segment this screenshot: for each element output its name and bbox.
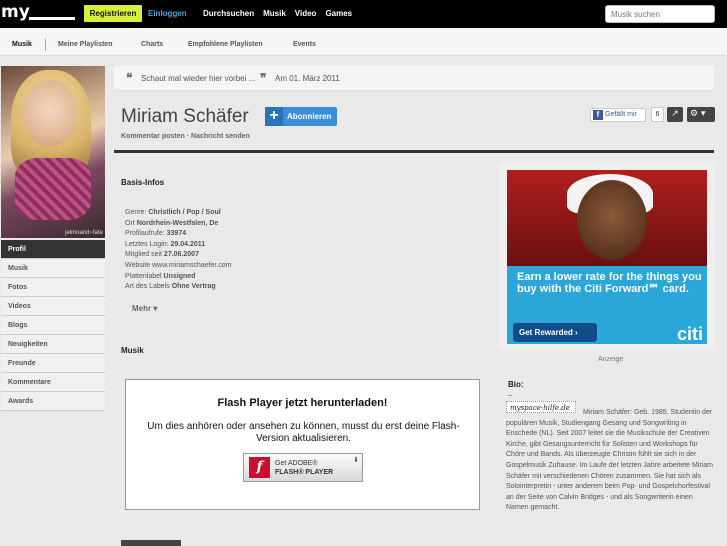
facebook-like-button[interactable]: f Gefällt mir xyxy=(590,108,646,122)
sub-nav: Musik Meine Playlisten Charts Empfohlene… xyxy=(0,28,727,56)
website-link[interactable]: www.miriamschaefer.com xyxy=(152,262,231,269)
login-link[interactable]: Einloggen xyxy=(148,9,187,18)
subscribe-button[interactable]: + Abonnieren xyxy=(265,107,337,126)
side-item-kommentare[interactable]: Kommentare xyxy=(1,373,105,392)
top-bar: my Registrieren Einloggen Durchsuchen Mu… xyxy=(0,0,727,28)
next-section-heading-cut xyxy=(121,540,181,546)
download-icon: ⬇ xyxy=(353,456,359,464)
status-date: Am 01. März 2011 xyxy=(275,74,340,83)
nav-musik[interactable]: Musik xyxy=(263,9,286,18)
close-quote-icon: ❞ xyxy=(260,71,267,85)
info-row-mitglied-seit: Mitglied seit 27.06.2007 xyxy=(125,251,199,259)
info-row-letztes-login: Letztes Login: 29.04.2011 xyxy=(125,240,206,248)
photo-scarf xyxy=(15,158,91,220)
profile-links: Kommentar posten · Nachricht senden xyxy=(121,133,250,140)
side-item-musik[interactable]: Musik xyxy=(1,259,105,278)
bio-heading: Bio: xyxy=(508,380,524,389)
ad-copy: Earn a lower rate for the things you buy… xyxy=(517,271,702,295)
tab-meine-playlisten[interactable]: Meine Playlisten xyxy=(58,41,112,48)
subscribe-label: Abonnieren xyxy=(287,112,332,121)
flash-text: Um dies anhören oder ansehen zu können, … xyxy=(147,421,460,444)
flash-title: Flash Player jetzt herunterladen! xyxy=(217,397,388,409)
post-comment-link[interactable]: Kommentar posten xyxy=(121,133,185,140)
plus-icon: + xyxy=(265,107,283,126)
info-row-genre: Genre: Christlich / Pop / Soul xyxy=(125,209,221,216)
side-item-awards[interactable]: Awards xyxy=(1,392,105,411)
info-row-ort: Ort Nordrhein-Westfalen, De xyxy=(125,219,219,227)
profile-side-menu: Profil Musik Fotos Videos Blogs Neuigkei… xyxy=(1,240,105,411)
photo-watermark: jeimoand~fate xyxy=(65,230,103,236)
side-item-blogs[interactable]: Blogs xyxy=(1,316,105,335)
top-nav: Durchsuchen Musik Video Games xyxy=(203,9,352,18)
bio-signature-image: myspace-hilfe.de xyxy=(506,401,576,413)
settings-button[interactable]: ⚙ ▾ xyxy=(687,107,715,122)
ad-photo-kid xyxy=(577,180,647,260)
profile-divider xyxy=(114,150,714,153)
send-message-link[interactable]: Nachricht senden xyxy=(191,133,250,140)
nav-durchsuchen[interactable]: Durchsuchen xyxy=(203,9,254,18)
ad-caption: Anzeige xyxy=(598,356,624,363)
status-text: Schaut mal wieder hier vorbei ... xyxy=(141,74,256,83)
get-flash-line1: Get ADOBE® xyxy=(275,460,318,467)
tab-musik[interactable]: Musik xyxy=(12,41,32,48)
side-item-neuigkeiten[interactable]: Neuigkeiten xyxy=(1,335,105,354)
more-button[interactable]: Mehr ▾ xyxy=(132,304,157,313)
ad-photo xyxy=(507,170,707,266)
basis-info-list: Genre: Christlich / Pop / Soul Ort Nordr… xyxy=(125,208,231,293)
musik-heading: Musik xyxy=(121,346,144,355)
ad-panel: Earn a lower rate for the things you buy… xyxy=(507,266,707,344)
get-flash-player-button[interactable]: f Get ADOBE® FLASH® PLAYER ⬇ xyxy=(243,453,363,482)
like-count: 6 xyxy=(651,107,664,122)
divider xyxy=(45,39,46,51)
nav-games[interactable]: Games xyxy=(325,9,352,18)
search-input[interactable]: Musik suchen xyxy=(605,5,715,23)
bio-text: Miriam Schäfer: Geb. 1985. Studentin der… xyxy=(506,409,713,512)
share-icon: ↗ xyxy=(671,109,679,119)
side-item-freunde[interactable]: Freunde xyxy=(1,354,105,373)
info-row-website: Website www.miriamschaefer.com xyxy=(125,261,232,269)
facebook-icon: f xyxy=(593,110,603,120)
basis-infos-heading: Basis-Infos xyxy=(121,178,165,187)
bio-dash: – xyxy=(508,392,512,399)
side-item-videos[interactable]: Videos xyxy=(1,297,105,316)
flash-player-box: Flash Player jetzt herunterladen! Um die… xyxy=(125,379,480,510)
tab-charts[interactable]: Charts xyxy=(141,41,163,48)
flash-icon: f xyxy=(249,457,270,478)
side-item-fotos[interactable]: Fotos xyxy=(1,278,105,297)
myspace-logo[interactable]: my xyxy=(1,2,75,22)
info-row-plattenlabel: Plattenlabel Unsigned xyxy=(125,272,196,280)
profile-photo[interactable]: jeimoand~fate xyxy=(1,66,105,238)
facebook-like-label: Gefällt mir xyxy=(605,111,637,118)
info-row-profilaufrufe: Profilaufrufe: 33974 xyxy=(125,230,187,238)
photo-face xyxy=(23,80,77,146)
share-button[interactable]: ↗ xyxy=(667,107,683,122)
side-item-profil[interactable]: Profil xyxy=(1,240,105,259)
open-quote-icon: ❝ xyxy=(126,71,133,85)
advertisement[interactable]: Earn a lower rate for the things you buy… xyxy=(499,162,715,350)
profile-name: Miriam Schäfer xyxy=(121,106,249,127)
nav-video[interactable]: Video xyxy=(295,9,317,18)
tab-empfohlene-playlisten[interactable]: Empfohlene Playlisten xyxy=(188,41,263,48)
info-row-art-des-labels: Art des Labels Ohne Vertrag xyxy=(125,283,216,291)
gear-icon: ⚙ ▾ xyxy=(690,109,706,119)
get-rewarded-button[interactable]: Get Rewarded › xyxy=(513,323,597,342)
get-flash-line2: FLASH® PLAYER xyxy=(275,469,334,476)
tab-events[interactable]: Events xyxy=(293,41,316,48)
citi-logo: citi xyxy=(676,324,703,344)
register-button[interactable]: Registrieren xyxy=(84,5,142,22)
